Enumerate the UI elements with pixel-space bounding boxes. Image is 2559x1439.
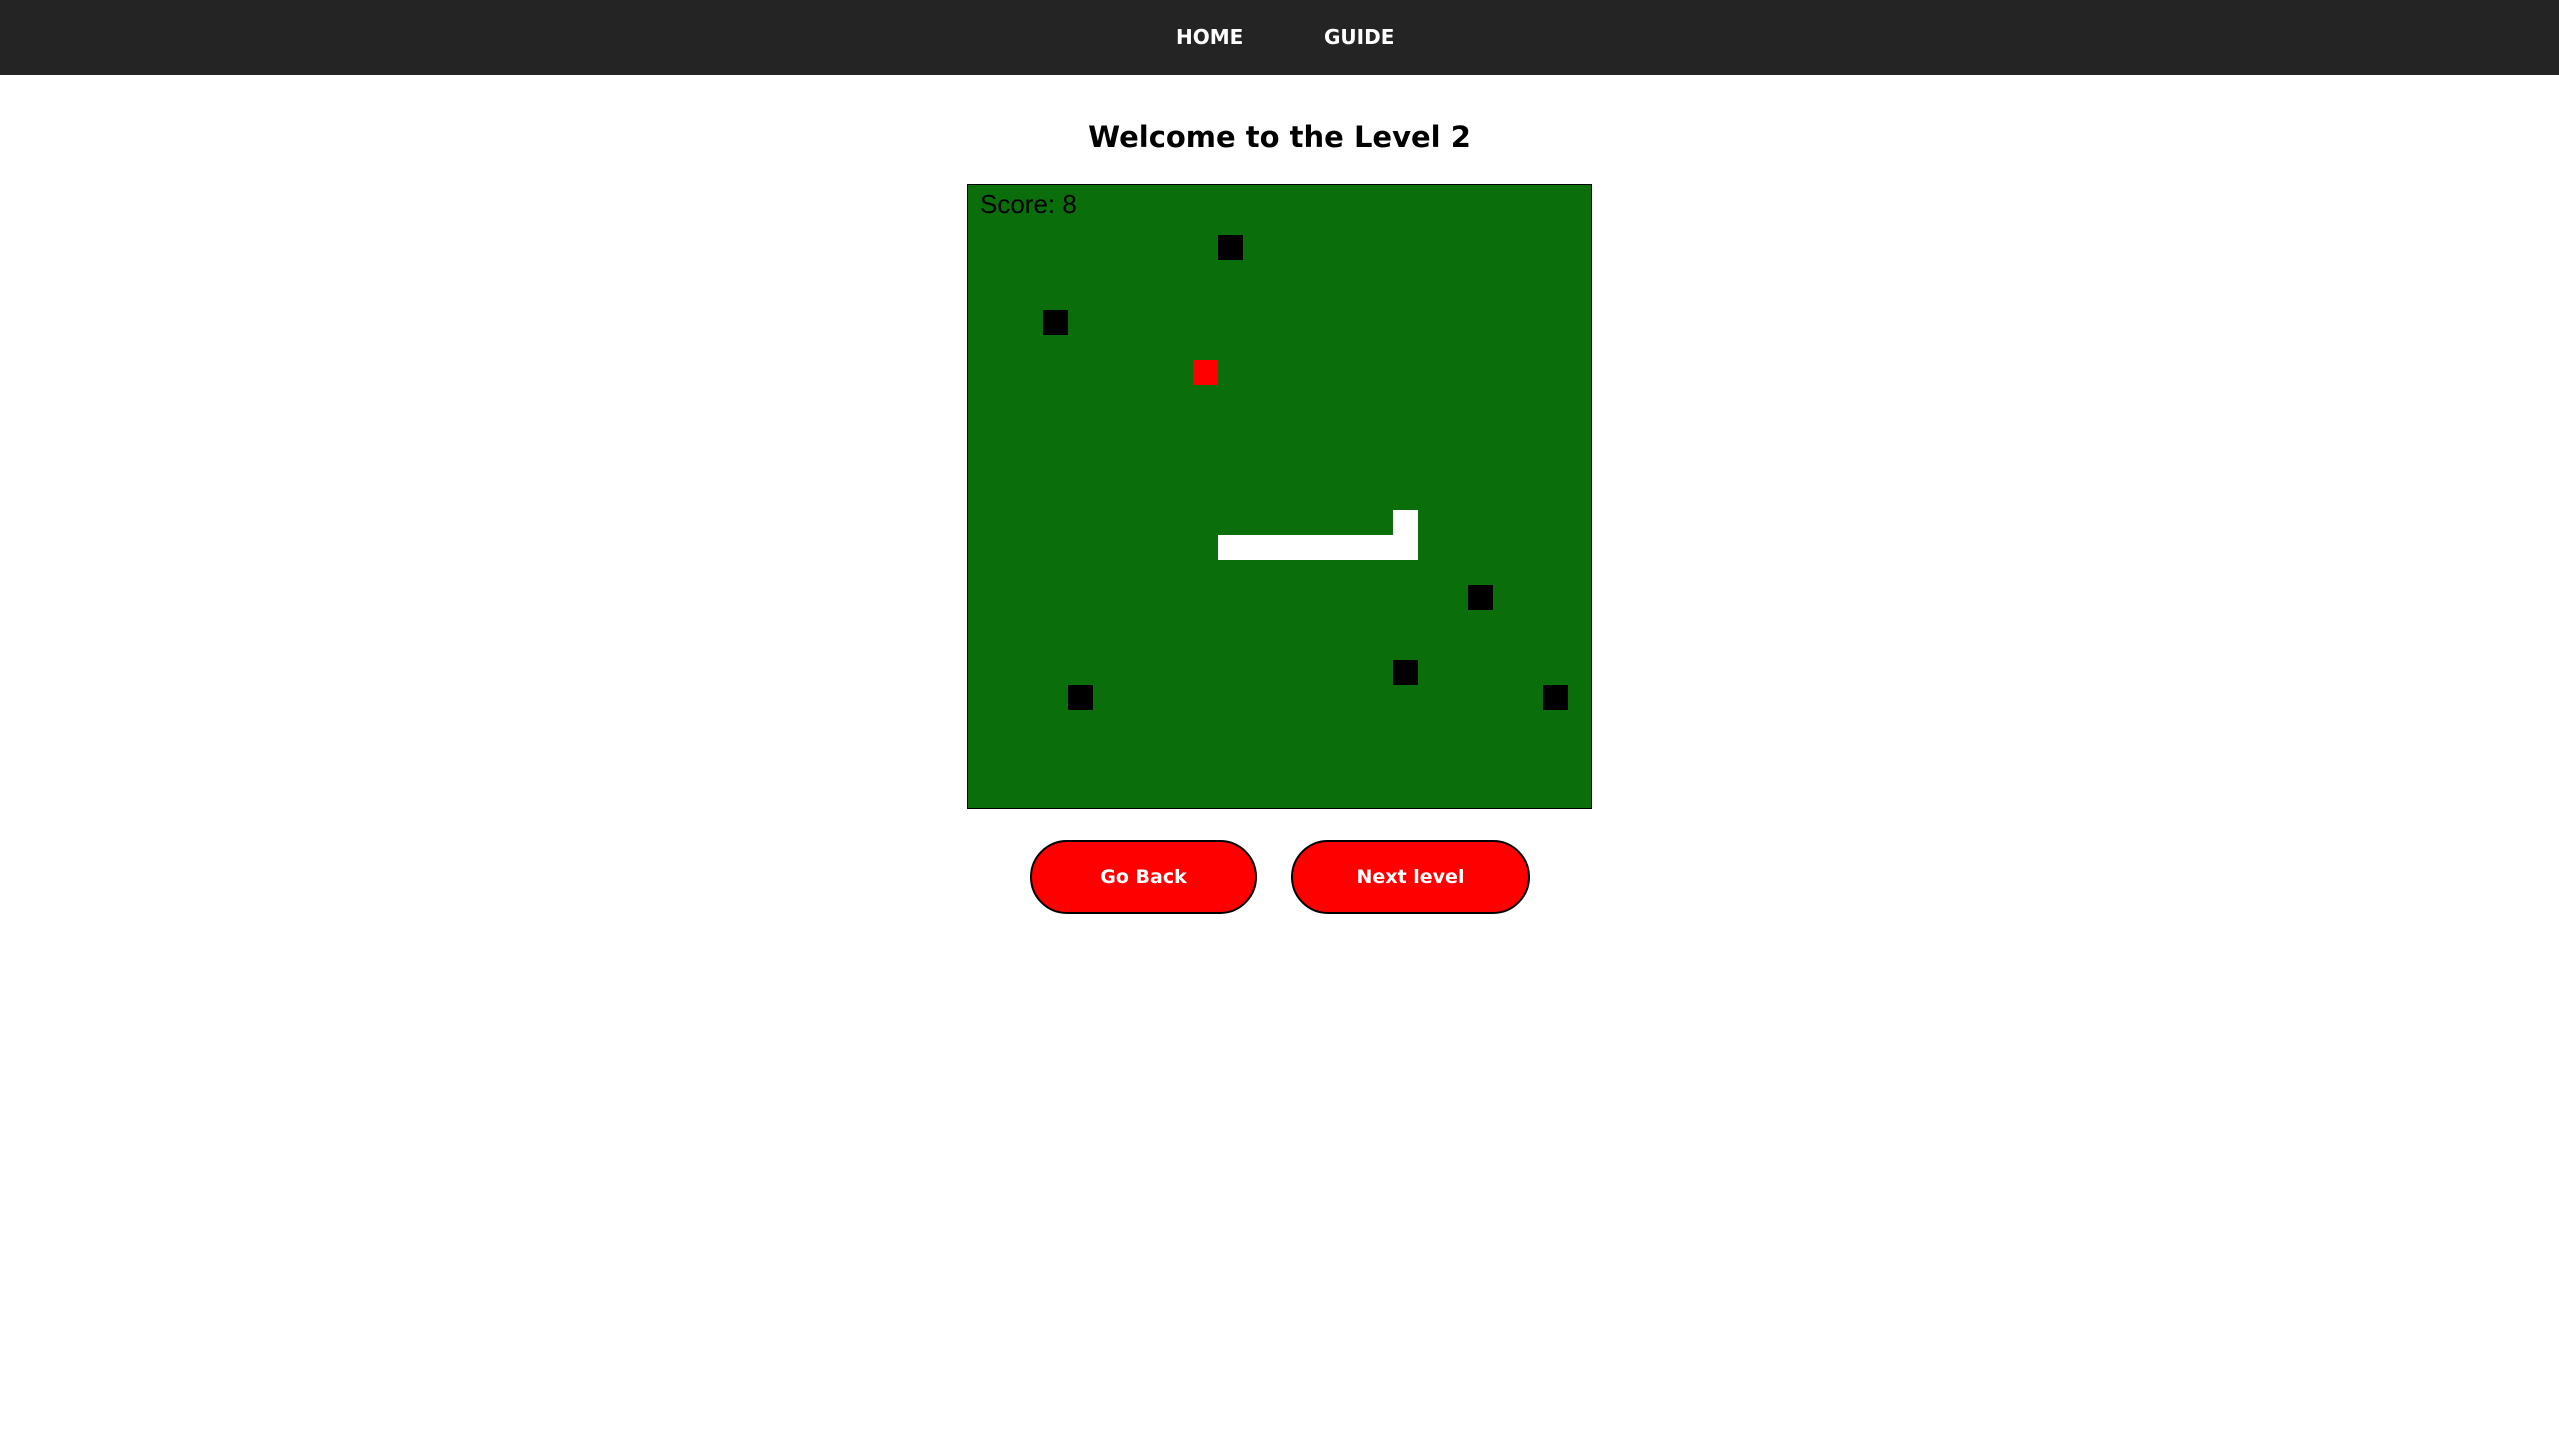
go-back-button[interactable]: Go Back: [1030, 840, 1257, 914]
obstacle-block: [1543, 685, 1568, 710]
snake-segment: [1293, 535, 1318, 560]
obstacle-block: [1393, 660, 1418, 685]
food-item: [1193, 360, 1218, 385]
nav-guide-link[interactable]: GUIDE: [1324, 0, 1394, 75]
snake-segment: [1393, 510, 1418, 535]
snake-segment: [1368, 535, 1393, 560]
nav-home-link[interactable]: HOME: [1176, 0, 1243, 75]
obstacle-block: [1043, 310, 1068, 335]
snake-segment: [1343, 535, 1368, 560]
score-display: Score: 8: [980, 189, 1077, 219]
navbar: HOME GUIDE: [0, 0, 2559, 75]
page-title: Welcome to the Level 2: [1088, 120, 1471, 154]
game-board[interactable]: Score: 8: [967, 184, 1592, 809]
snake-segment: [1393, 535, 1418, 560]
snake-segment: [1218, 535, 1243, 560]
obstacle-block: [1068, 685, 1093, 710]
snake-segment: [1243, 535, 1268, 560]
next-level-button[interactable]: Next level: [1291, 840, 1530, 914]
snake-segment: [1318, 535, 1343, 560]
obstacle-block: [1468, 585, 1493, 610]
obstacle-block: [1218, 235, 1243, 260]
snake-segment: [1268, 535, 1293, 560]
